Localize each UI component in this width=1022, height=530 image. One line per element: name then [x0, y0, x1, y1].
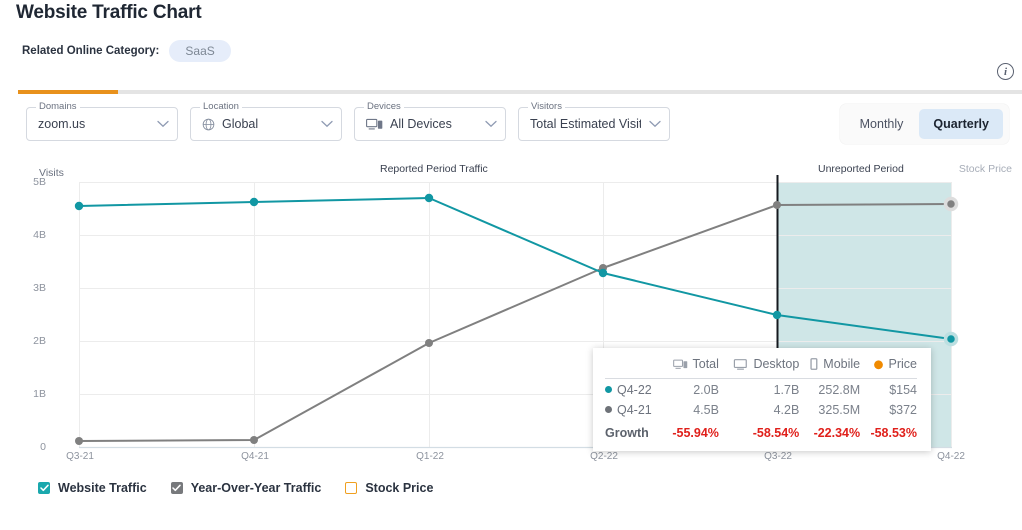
- legend-label-website-traffic: Website Traffic: [58, 481, 147, 495]
- location-value: Global: [222, 117, 259, 131]
- page-title: Website Traffic Chart: [16, 2, 202, 23]
- filter-controls: Domains zoom.us Location Global Devices: [26, 102, 670, 141]
- tooltip-row-prior-label: Q4-21: [605, 399, 662, 419]
- website-traffic-chart-page: Website Traffic Chart Related Online Cat…: [0, 0, 1022, 530]
- series-dot-yoy-icon: [605, 406, 612, 413]
- visitors-legend: Visitors: [528, 102, 565, 112]
- x-tick: Q3-22: [764, 451, 792, 462]
- tooltip-row-current-label: Q4-22: [605, 379, 662, 400]
- series-point-yoy-highlighted[interactable]: [943, 196, 959, 212]
- x-tick: Q4-21: [241, 451, 269, 462]
- x-tick: Q3-21: [66, 451, 94, 462]
- granularity-toggle: Monthly Quarterly: [839, 104, 1009, 144]
- location-select[interactable]: Location Global: [190, 102, 342, 141]
- legend-label-stock-price: Stock Price: [365, 481, 434, 495]
- tooltip-row-prior-period: Q4-21: [617, 403, 652, 417]
- devices-value: All Devices: [390, 117, 452, 131]
- tooltip-corner: [605, 356, 662, 379]
- tooltip-growth-price: -58.53%: [870, 426, 917, 440]
- chart-legend: Website Traffic Year-Over-Year Traffic S…: [38, 481, 433, 495]
- tooltip-prior-price: $372: [889, 403, 917, 417]
- x-tick: Q2-22: [590, 451, 618, 462]
- checkbox-checked-icon: [38, 482, 50, 494]
- tooltip-col-price: Price: [860, 356, 917, 379]
- globe-icon: [202, 118, 215, 131]
- tooltip-table: Total Desktop Mobile Price Q4-22 2.0B 1.…: [605, 356, 917, 442]
- devices-legend: Devices: [364, 102, 404, 112]
- tooltip-prior-mobile: 325.5M: [818, 403, 861, 417]
- domains-select[interactable]: Domains zoom.us: [26, 102, 178, 141]
- tooltip-col-desktop: Desktop: [719, 356, 799, 379]
- related-category-chip[interactable]: SaaS: [169, 40, 231, 62]
- tooltip-current-total: 2.0B: [693, 383, 719, 397]
- tooltip-col-mobile-label: Mobile: [823, 357, 861, 371]
- visitors-select[interactable]: Visitors Total Estimated Visits: [518, 102, 670, 141]
- desktop-icon: [733, 359, 748, 373]
- chevron-down-icon: [157, 120, 169, 128]
- x-axis-tick-labels: Q3-21 Q4-21 Q1-22 Q2-22 Q3-22 Q4-22: [0, 451, 1022, 471]
- tooltip-growth-label: Growth: [605, 426, 649, 440]
- info-icon[interactable]: i: [997, 63, 1014, 80]
- tooltip-row-current-period: Q4-22: [617, 383, 652, 397]
- series-point-traffic-highlighted[interactable]: [943, 331, 959, 347]
- tooltip-header-row: Total Desktop Mobile Price: [605, 356, 917, 379]
- tooltip-current-mobile: 252.8M: [818, 383, 861, 397]
- tooltip-row-prior: Q4-21 4.5B 4.2B 325.5M $372: [605, 399, 917, 419]
- tooltip-current-price: $154: [889, 383, 917, 397]
- devices-select[interactable]: Devices All Devices: [354, 102, 506, 141]
- tooltip-col-desktop-label: Desktop: [753, 357, 800, 371]
- legend-item-yoy-traffic[interactable]: Year-Over-Year Traffic: [170, 481, 322, 495]
- location-legend: Location: [200, 102, 242, 112]
- series-dot-traffic-icon: [605, 386, 612, 393]
- tooltip-prior-total: 4.5B: [693, 403, 719, 417]
- info-glyph: i: [1003, 65, 1008, 78]
- tooltip-growth-desktop: -58.54%: [752, 426, 800, 440]
- tooltip-col-price-label: Price: [888, 357, 917, 371]
- tooltip-row-current: Q4-22 2.0B 1.7B 252.8M $154: [605, 379, 917, 400]
- chevron-down-icon: [485, 120, 497, 128]
- tab-underline-bar: [18, 90, 1022, 94]
- related-category-label: Related Online Category:: [22, 45, 160, 57]
- granularity-monthly-button[interactable]: Monthly: [846, 109, 918, 139]
- tooltip-current-desktop: 1.7B: [773, 383, 800, 397]
- tooltip-col-total-label: Total: [692, 357, 719, 371]
- tooltip-col-mobile: Mobile: [799, 356, 860, 379]
- tooltip-growth-mobile: -22.34%: [813, 426, 861, 440]
- mobile-icon: [810, 358, 818, 373]
- domains-legend: Domains: [36, 102, 80, 112]
- series-points-traffic: [74, 193, 782, 320]
- legend-label-yoy-traffic: Year-Over-Year Traffic: [190, 481, 322, 495]
- price-dot-icon: [873, 359, 884, 373]
- checkbox-checked-icon: [170, 482, 183, 494]
- legend-item-stock-price[interactable]: Stock Price: [345, 481, 433, 495]
- active-tab-indicator: [18, 90, 118, 94]
- devices-icon: [672, 359, 688, 373]
- domains-value: zoom.us: [38, 117, 86, 131]
- tooltip-growth-total: -55.94%: [672, 426, 719, 440]
- visitors-value: Total Estimated Visits: [530, 117, 641, 131]
- chevron-down-icon: [649, 120, 661, 128]
- tooltip-prior-desktop: 4.2B: [773, 403, 800, 417]
- granularity-quarterly-button[interactable]: Quarterly: [919, 109, 1003, 139]
- x-tick: Q4-22: [937, 451, 965, 462]
- related-category-row: Related Online Category: SaaS: [22, 40, 231, 62]
- x-tick: Q1-22: [416, 451, 444, 462]
- devices-icon: [366, 118, 383, 131]
- tooltip-row-growth: Growth -55.94% -58.54% -22.34% -58.53%: [605, 419, 917, 442]
- chart-tooltip: Total Desktop Mobile Price Q4-22 2.0B 1.…: [593, 348, 931, 451]
- tooltip-col-total: Total: [662, 356, 719, 379]
- legend-item-website-traffic[interactable]: Website Traffic: [38, 481, 147, 495]
- checkbox-unchecked-icon: [345, 482, 358, 494]
- chevron-down-icon: [321, 120, 333, 128]
